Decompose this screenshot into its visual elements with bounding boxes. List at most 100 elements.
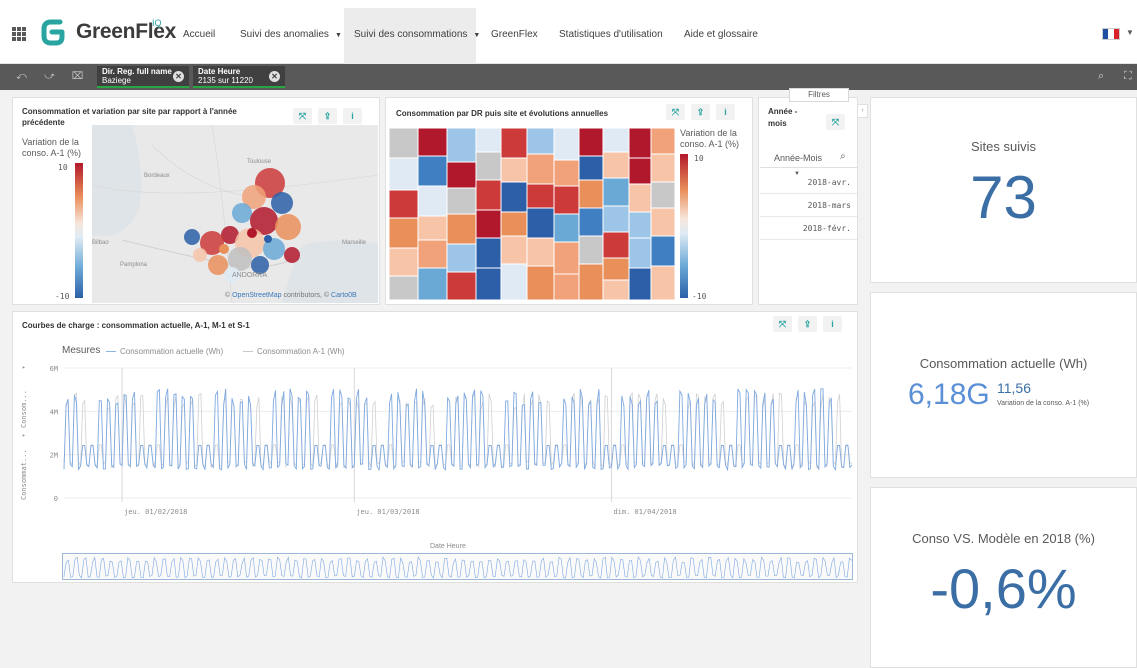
treemap-cell[interactable] <box>553 213 580 243</box>
treemap-cell[interactable] <box>500 157 528 183</box>
treemap-cell[interactable] <box>650 235 675 267</box>
treemap-cell[interactable] <box>389 189 419 219</box>
export-icon[interactable]: ⇪ <box>798 316 817 332</box>
treemap-cell[interactable] <box>417 267 448 300</box>
treemap-cell[interactable] <box>475 267 502 300</box>
treemap-cell[interactable] <box>602 151 630 179</box>
treemap-cell[interactable] <box>628 183 652 213</box>
axis-expand-icon[interactable]: ▸ <box>22 432 26 439</box>
treemap-cell[interactable] <box>475 179 502 211</box>
expand-icon[interactable]: ⛶ <box>1124 70 1132 83</box>
export-icon[interactable]: ⇪ <box>318 108 337 124</box>
filter-item[interactable]: 2018-mars <box>760 194 857 217</box>
treemap-cell[interactable] <box>446 187 477 215</box>
treemap-cell[interactable] <box>602 231 630 259</box>
treemap-cell[interactable] <box>446 213 477 245</box>
nav-suivi-consommations[interactable]: Suivi des consommations ▼ <box>354 29 480 40</box>
app-grid-icon[interactable] <box>12 27 26 41</box>
treemap-cell[interactable] <box>500 128 528 159</box>
treemap-cell[interactable] <box>446 271 477 300</box>
language-flag-icon[interactable] <box>1102 28 1120 40</box>
treemap-cell[interactable] <box>417 155 448 187</box>
treemap-cell[interactable] <box>389 128 419 159</box>
treemap-cell[interactable] <box>500 263 528 300</box>
treemap-cell[interactable] <box>446 161 477 189</box>
treemap-cell[interactable] <box>578 207 604 237</box>
treemap-cell[interactable] <box>389 217 419 249</box>
treemap-cell[interactable] <box>628 267 652 300</box>
treemap-cell[interactable] <box>578 179 604 209</box>
series-line-conso-actuelle[interactable] <box>63 388 853 472</box>
treemap-cell[interactable] <box>475 237 502 269</box>
legend-series-2[interactable]: Consommation A-1 (Wh) <box>243 347 345 356</box>
treemap-cell[interactable] <box>526 265 555 300</box>
info-icon[interactable]: i <box>823 316 842 332</box>
fullscreen-icon[interactable]: ⤧ <box>666 104 685 120</box>
search-icon[interactable]: ⌕ <box>1098 70 1104 83</box>
nav-greenflex[interactable]: GreenFlex <box>491 29 538 40</box>
treemap-cell[interactable] <box>578 128 604 157</box>
chevron-down-icon[interactable]: ▼ <box>1126 28 1134 37</box>
treemap-cell[interactable] <box>602 279 630 300</box>
treemap-cell[interactable] <box>526 183 555 209</box>
treemap-cell[interactable] <box>602 177 630 207</box>
nav-accueil[interactable]: Accueil <box>183 29 215 40</box>
nav-suivi-anomalies[interactable]: Suivi des anomalies ▼ <box>240 29 342 40</box>
treemap-cell[interactable] <box>475 151 502 181</box>
treemap-cell[interactable] <box>526 207 555 239</box>
treemap-cell[interactable] <box>553 241 580 275</box>
treemap-cell[interactable] <box>628 157 652 185</box>
osm-link[interactable]: OpenStreetMap <box>232 292 281 299</box>
treemap-cell[interactable] <box>628 211 652 239</box>
treemap-cell[interactable] <box>553 185 580 215</box>
selection-chip-dir-reg[interactable]: Dir. Reg. full name Baziege ✕ <box>97 66 189 88</box>
clear-all-icon[interactable]: ⌧ <box>71 71 84 83</box>
remove-selection-icon[interactable]: ✕ <box>173 71 184 82</box>
treemap-cell[interactable] <box>417 239 448 269</box>
treemap-cell[interactable] <box>500 211 528 237</box>
legend-series-1[interactable]: Consommation actuelle (Wh) <box>106 347 223 356</box>
info-icon[interactable]: i <box>343 108 362 124</box>
load-curve-chart[interactable]: 6M 4M 2M 0 jeu. 01/02/2018 jeu. 01/03/2018 dim… <box>36 358 856 522</box>
carto-link[interactable]: Carto0B <box>331 292 357 299</box>
treemap-cell[interactable] <box>628 128 652 159</box>
treemap-cell[interactable] <box>417 185 448 217</box>
treemap-cell[interactable] <box>475 128 502 153</box>
treemap-cell[interactable] <box>389 157 419 191</box>
treemap-cell[interactable] <box>553 159 580 187</box>
treemap-cell[interactable] <box>578 235 604 265</box>
treemap-cell[interactable] <box>389 275 419 300</box>
treemap-cell[interactable] <box>446 128 477 163</box>
map-canvas[interactable]: Bordeaux Bilbao Pamplona Toulouse Marsei… <box>92 125 378 303</box>
treemap-cell[interactable] <box>602 128 630 153</box>
treemap-cell[interactable] <box>446 243 477 273</box>
treemap-cell[interactable] <box>389 247 419 277</box>
info-icon[interactable]: i <box>716 104 735 120</box>
filter-item[interactable]: 2018-févr. <box>760 217 857 240</box>
axis-expand-icon[interactable]: ▸ <box>22 364 26 371</box>
treemap-cell[interactable] <box>475 209 502 239</box>
panel-collapse-icon[interactable]: ‹ <box>857 104 868 118</box>
remove-selection-icon[interactable]: ✕ <box>269 71 280 82</box>
treemap-cell[interactable] <box>650 128 675 155</box>
search-icon[interactable]: ⌕ <box>840 151 846 162</box>
treemap-cell[interactable] <box>602 205 630 233</box>
fullscreen-icon[interactable]: ⤧ <box>293 108 312 124</box>
treemap-cell[interactable] <box>526 153 555 185</box>
filters-tab[interactable]: Filtres <box>789 88 849 102</box>
treemap-cell[interactable] <box>500 235 528 265</box>
nav-statistiques[interactable]: Statistiques d'utilisation <box>559 29 663 40</box>
treemap-cell[interactable] <box>628 237 652 269</box>
treemap-cell[interactable] <box>553 128 580 161</box>
treemap-cell[interactable] <box>417 128 448 157</box>
treemap-cell[interactable] <box>650 207 675 237</box>
treemap-chart[interactable] <box>389 128 675 300</box>
filter-item[interactable]: 2018-avr. <box>760 171 857 194</box>
treemap-cell[interactable] <box>526 237 555 267</box>
treemap-cell[interactable] <box>553 273 580 300</box>
forward-icon[interactable]: ⤻ <box>43 71 56 83</box>
nav-aide-glossaire[interactable]: Aide et glossaire <box>684 29 758 40</box>
treemap-cell[interactable] <box>650 181 675 209</box>
treemap-cell[interactable] <box>602 257 630 281</box>
selection-chip-date-heure[interactable]: Date Heure 2135 sur 11220 ✕ <box>193 66 285 88</box>
